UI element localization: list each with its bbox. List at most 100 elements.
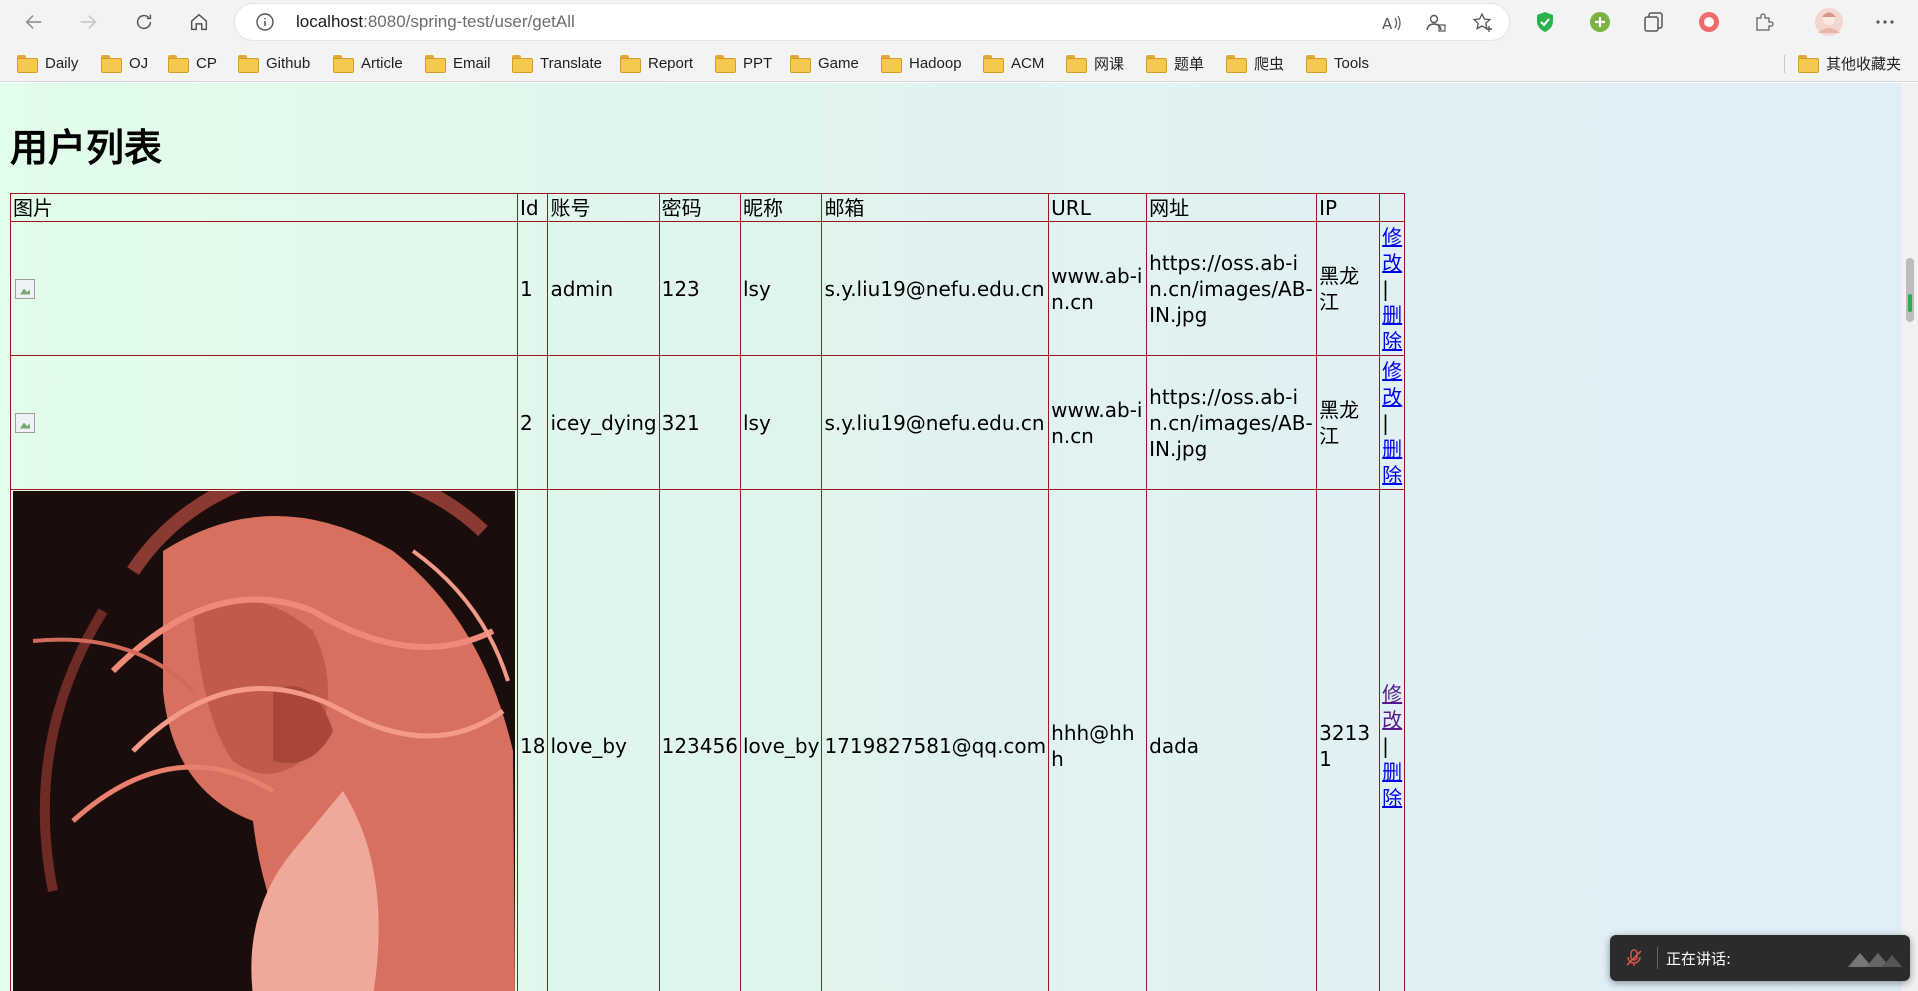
green-plus-extension-icon[interactable]: [1587, 9, 1613, 35]
profile-avatar-icon[interactable]: [1814, 7, 1844, 37]
bookmark-label: Report: [648, 54, 694, 72]
user-image-cell: [10, 489, 518, 991]
scrollbar-thumb[interactable]: [1906, 258, 1914, 322]
edit-link[interactable]: 修改: [1382, 358, 1402, 410]
column-header-account: 账号: [547, 193, 660, 222]
users-table: 图片 Id 账号 密码 昵称 邮箱 URL 网址 IP 1 admin 123 …: [10, 193, 1406, 991]
column-header-image: 图片: [10, 193, 518, 222]
extensions-puzzle-icon[interactable]: [1751, 9, 1777, 35]
bookmark-label: Game: [818, 54, 859, 72]
browser-toolbar: localhost:8080/spring-test/user/getAll A: [0, 0, 1918, 44]
bookmark-acm[interactable]: ACM: [983, 53, 1044, 73]
table-header-row: 图片 Id 账号 密码 昵称 邮箱 URL 网址 IP: [10, 193, 1406, 222]
bookmark-game[interactable]: Game: [790, 53, 859, 73]
edit-link[interactable]: 修改: [1382, 681, 1402, 733]
voice-chat-overlay: 正在讲话:: [1610, 935, 1910, 981]
cell-url: www.ab-in.cn: [1048, 355, 1148, 490]
folder-icon: [101, 55, 122, 73]
action-separator: |: [1382, 276, 1389, 301]
bookmark-oj[interactable]: OJ: [101, 53, 148, 73]
read-aloud-icon[interactable]: A: [1380, 12, 1402, 34]
bookmarks-bar: Daily OJ CP Github Article Email Transla…: [0, 44, 1918, 82]
bookmark-other-favorites[interactable]: 其他收藏夹: [1798, 53, 1901, 73]
cell-account: icey_dying: [547, 355, 660, 490]
bookmark-article[interactable]: Article: [333, 53, 403, 73]
home-icon: [190, 13, 208, 31]
user-image-cell: [10, 355, 518, 490]
bookmark-ppt[interactable]: PPT: [715, 53, 772, 73]
svg-text:A: A: [1382, 15, 1393, 33]
shield-extension-icon[interactable]: [1532, 9, 1558, 35]
address-url[interactable]: localhost:8080/spring-test/user/getAll: [296, 12, 575, 32]
folder-icon: [333, 55, 354, 73]
folder-icon: [1066, 55, 1087, 73]
bookmark-daily[interactable]: Daily: [17, 53, 78, 73]
bookmark-email[interactable]: Email: [425, 53, 491, 73]
folder-icon: [238, 55, 259, 73]
site-permissions-icon[interactable]: [1425, 12, 1447, 34]
speaking-label: 正在讲话:: [1666, 950, 1732, 968]
page-title: 用户列表: [10, 126, 163, 170]
folder-icon: [790, 55, 811, 73]
table-row: 2 icey_dying 321 lsy s.y.liu19@nefu.edu.…: [10, 355, 1406, 490]
cell-nickname: lsy: [739, 355, 823, 490]
cell-id: 1: [516, 221, 549, 356]
bookmark-label: PPT: [743, 54, 773, 72]
bookmark-label: Daily: [45, 54, 79, 72]
column-header-website: 网址: [1146, 193, 1318, 222]
cell-website: https://oss.ab-in.cn/images/AB-IN.jpg: [1146, 221, 1318, 356]
bookmark-github[interactable]: Github: [238, 53, 310, 73]
bookmark-tools[interactable]: Tools: [1306, 53, 1369, 73]
column-header-ip: IP: [1316, 193, 1381, 222]
cell-account: admin: [547, 221, 660, 356]
action-separator: |: [1382, 733, 1389, 758]
bookmark-label: 题单: [1174, 55, 1205, 73]
folder-icon: [425, 55, 446, 73]
cell-password: 123: [658, 221, 741, 356]
add-favorite-icon[interactable]: [1472, 12, 1494, 34]
cell-website: https://oss.ab-in.cn/images/AB-IN.jpg: [1146, 355, 1318, 490]
edit-link[interactable]: 修改: [1382, 224, 1402, 276]
folder-icon: [1146, 55, 1167, 73]
user-avatar-illustration: [13, 491, 515, 991]
cell-url: hhh@hhh: [1048, 489, 1148, 991]
arrow-right-icon: [80, 15, 97, 29]
bookmark-label: Article: [361, 54, 403, 72]
broken-image-icon: [15, 412, 35, 433]
bookmark-problem-list[interactable]: 题单: [1146, 53, 1204, 73]
bookmark-report[interactable]: Report: [620, 53, 693, 73]
bookmark-label: Tools: [1334, 54, 1370, 72]
bookmark-online-course[interactable]: 网课: [1066, 53, 1124, 73]
delete-link[interactable]: 删除: [1382, 436, 1402, 488]
bookmark-label: 网课: [1094, 55, 1125, 73]
cell-actions: 修改 | 删除: [1379, 355, 1406, 490]
muted-mic-icon[interactable]: [1624, 948, 1644, 968]
bookmark-cp[interactable]: CP: [168, 53, 217, 73]
address-bar[interactable]: localhost:8080/spring-test/user/getAll A: [235, 4, 1509, 40]
table-row: 1 admin 123 lsy s.y.liu19@nefu.edu.cn ww…: [10, 221, 1406, 356]
user-image-cell: [10, 221, 518, 356]
folder-icon: [620, 55, 641, 73]
bookmark-crawler[interactable]: 爬虫: [1226, 53, 1284, 73]
cell-nickname: love_by: [739, 489, 823, 991]
cell-id: 2: [516, 355, 549, 490]
bookmark-hadoop[interactable]: Hadoop: [881, 53, 962, 73]
delete-link[interactable]: 删除: [1382, 302, 1402, 354]
refresh-button[interactable]: [128, 7, 160, 37]
cell-actions: 修改 | 删除: [1379, 221, 1406, 356]
broken-image-icon: [15, 278, 35, 299]
delete-link[interactable]: 删除: [1382, 759, 1402, 811]
info-icon[interactable]: [255, 12, 275, 32]
back-button[interactable]: [18, 7, 50, 37]
collections-icon[interactable]: [1641, 9, 1667, 35]
folder-icon: [1798, 55, 1819, 73]
arrow-left-icon: [25, 15, 42, 29]
home-button[interactable]: [183, 7, 215, 37]
page-scrollbar[interactable]: [1900, 83, 1918, 991]
more-options-icon[interactable]: [1872, 9, 1898, 35]
cell-password: 123456: [658, 489, 741, 991]
forward-button[interactable]: [72, 7, 104, 37]
record-extension-icon[interactable]: [1696, 9, 1722, 35]
bookmark-label: Email: [453, 54, 491, 72]
bookmark-translate[interactable]: Translate: [512, 53, 602, 73]
